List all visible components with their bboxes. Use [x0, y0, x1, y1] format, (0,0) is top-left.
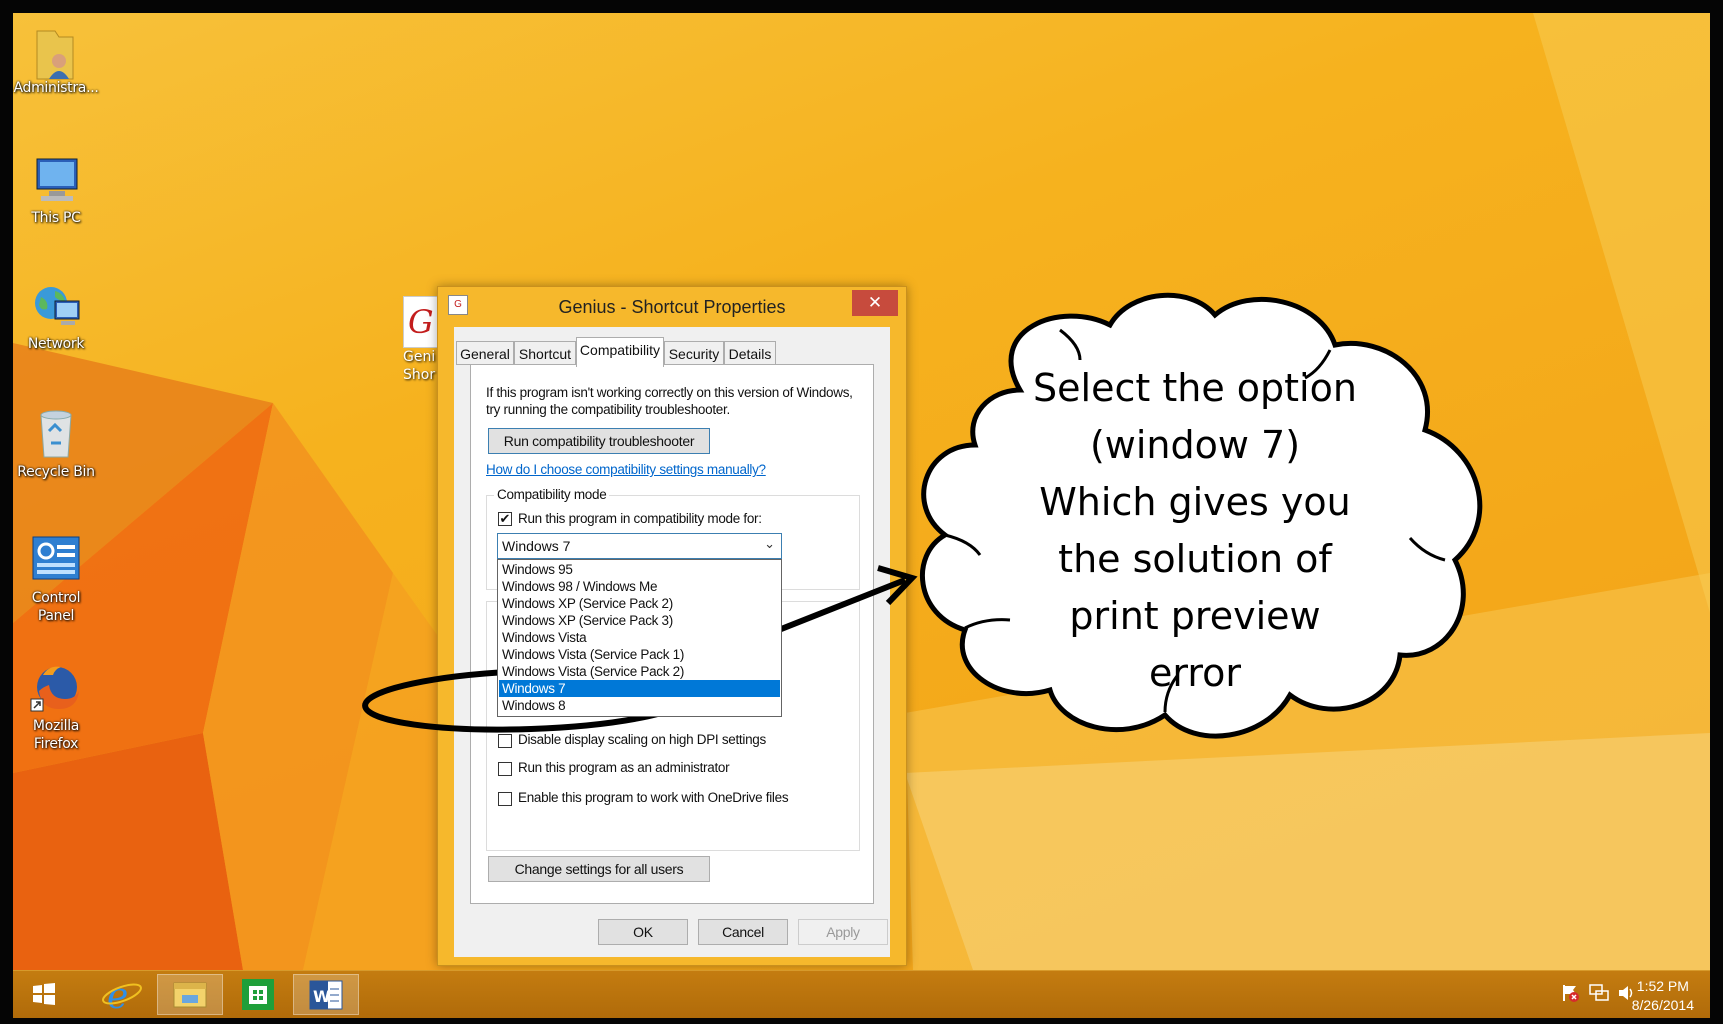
intro-text-line2: try running the compatibility troublesho…	[486, 402, 730, 417]
run-as-admin-checkbox[interactable]	[498, 762, 512, 776]
tab-compatibility[interactable]: Compatibility	[576, 337, 664, 367]
os-dropdown-list[interactable]: Windows 95 Windows 98 / Windows Me Windo…	[497, 559, 782, 717]
onedrive-checkbox[interactable]	[498, 792, 512, 806]
desktop-icon-label: This PC	[31, 210, 81, 226]
desktop-icon-this-pc[interactable]: This PC	[13, 153, 99, 227]
recycle-bin-icon	[29, 407, 83, 461]
compatibility-mode-label: Compatibility mode	[494, 487, 610, 502]
close-button[interactable]: ✕	[852, 290, 898, 316]
taskbar: e W 1:52 PM 8/26/2014	[13, 970, 1710, 1018]
os-option[interactable]: Windows Vista (Service Pack 2)	[499, 663, 780, 680]
computer-icon	[29, 153, 83, 207]
internet-explorer-icon: e	[102, 976, 142, 1017]
os-option[interactable]: Windows Vista (Service Pack 1)	[499, 646, 780, 663]
dpi-scaling-checkbox[interactable]	[498, 734, 512, 748]
os-select-value: Windows 7	[502, 538, 571, 554]
svg-text:W: W	[313, 987, 331, 1006]
cancel-button[interactable]: Cancel	[698, 919, 788, 945]
dialog-title-bar[interactable]: G Genius - Shortcut Properties ✕	[438, 287, 906, 327]
compat-mode-checkbox-label: Run this program in compatibility mode f…	[518, 511, 762, 526]
run-as-admin-label: Run this program as an administrator	[518, 760, 730, 775]
word-icon: W	[309, 980, 343, 1010]
network-globe-icon	[29, 279, 83, 333]
run-troubleshooter-button[interactable]: Run compatibility troubleshooter	[488, 428, 710, 454]
change-settings-all-users-button[interactable]: Change settings for all users	[488, 856, 710, 882]
clock[interactable]: 1:52 PM 8/26/2014	[1632, 977, 1694, 1015]
network-icon[interactable]	[1588, 983, 1610, 1003]
compatibility-panel: If this program isn't working correctly …	[470, 364, 874, 904]
taskbar-internet-explorer[interactable]: e	[89, 974, 155, 1017]
file-explorer-icon	[173, 982, 207, 1008]
desktop-icon-network[interactable]: Network	[13, 279, 99, 353]
callout-line: error	[1149, 651, 1241, 695]
dialog-body: General Shortcut Compatibility Security …	[454, 327, 890, 957]
taskbar-file-explorer[interactable]	[157, 974, 223, 1015]
tab-shortcut[interactable]: Shortcut	[514, 341, 576, 365]
firefox-icon	[29, 661, 83, 715]
os-option[interactable]: Windows 98 / Windows Me	[499, 578, 780, 595]
tab-security[interactable]: Security	[664, 341, 724, 365]
desktop-icon-administrator[interactable]: Administra...	[13, 23, 99, 97]
desktop-icon-label: Recycle Bin	[17, 464, 95, 480]
dpi-scaling-label: Disable display scaling on high DPI sett…	[518, 732, 766, 747]
os-option[interactable]: Windows XP (Service Pack 3)	[499, 612, 780, 629]
chevron-down-icon: ⌄	[764, 536, 775, 551]
ok-button[interactable]: OK	[598, 919, 688, 945]
callout-line: Which gives you	[1039, 480, 1351, 524]
windows-start-icon	[33, 983, 55, 1005]
store-icon	[242, 979, 274, 1010]
callout-line: Select the option	[1033, 366, 1357, 410]
os-option[interactable]: Windows XP (Service Pack 2)	[499, 595, 780, 612]
desktop-icon-label: Control Panel	[31, 590, 81, 624]
desktop-icon-recycle-bin[interactable]: Recycle Bin	[13, 407, 99, 481]
desktop-icon-control-panel[interactable]: Control Panel	[13, 533, 99, 625]
callout-line: (window 7)	[1089, 423, 1301, 467]
apply-button[interactable]: Apply	[798, 919, 888, 945]
os-option[interactable]: Windows Vista	[499, 629, 780, 646]
manual-settings-link[interactable]: How do I choose compatibility settings m…	[486, 462, 766, 477]
intro-text-line1: If this program isn't working correctly …	[486, 385, 853, 400]
tab-details[interactable]: Details	[724, 341, 776, 365]
shortcut-properties-dialog: G Genius - Shortcut Properties ✕ General…	[437, 286, 907, 966]
os-select[interactable]: Windows 7 ⌄	[497, 533, 782, 559]
action-center-flag-icon[interactable]	[1560, 983, 1580, 1003]
desktop-icon-label: Network	[27, 336, 85, 352]
callout-line: print preview	[1069, 594, 1321, 638]
control-panel-icon	[29, 533, 83, 587]
callout-text: Select the option (window 7) Which gives…	[1000, 360, 1390, 702]
desktop-icon-firefox[interactable]: Mozilla Firefox	[13, 661, 99, 753]
callout-line: the solution of	[1058, 537, 1332, 581]
clock-time: 1:52 PM	[1636, 978, 1689, 994]
start-button[interactable]	[21, 974, 67, 1015]
compat-mode-checkbox[interactable]: ✔	[498, 512, 512, 526]
tab-general[interactable]: General	[456, 341, 514, 365]
clock-date: 8/26/2014	[1631, 997, 1694, 1013]
os-option[interactable]: Windows 8	[499, 697, 780, 714]
onedrive-label: Enable this program to work with OneDriv…	[518, 790, 789, 805]
os-option[interactable]: Windows 95	[499, 561, 780, 578]
genius-app-icon: G	[403, 296, 439, 348]
user-folder-icon	[29, 23, 83, 80]
dialog-title: Genius - Shortcut Properties	[558, 297, 786, 317]
svg-text:e: e	[107, 976, 128, 1015]
desktop-icon-label: Mozilla Firefox	[32, 718, 80, 752]
taskbar-store[interactable]	[225, 974, 291, 1015]
taskbar-word[interactable]: W	[293, 974, 359, 1015]
os-option-selected[interactable]: Windows 7	[499, 680, 780, 697]
